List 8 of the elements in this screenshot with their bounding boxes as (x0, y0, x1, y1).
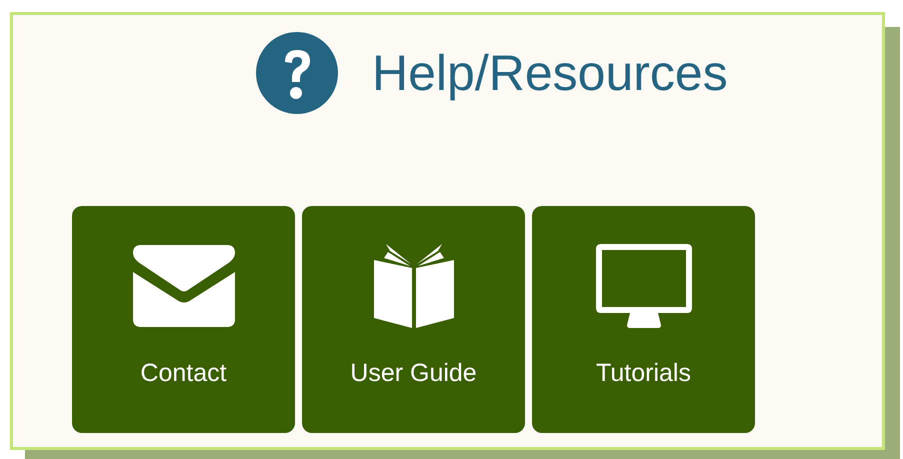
envelope-icon (132, 245, 234, 327)
resource-tile[interactable]: User Guide (302, 206, 525, 433)
resource-tile[interactable]: Contact (72, 206, 295, 433)
resource-tile[interactable]: Tutorials (532, 206, 755, 433)
book-icon (374, 244, 454, 328)
page-title: Help/Resources (372, 44, 728, 102)
question-icon (256, 32, 338, 114)
monitor-icon (596, 244, 692, 328)
